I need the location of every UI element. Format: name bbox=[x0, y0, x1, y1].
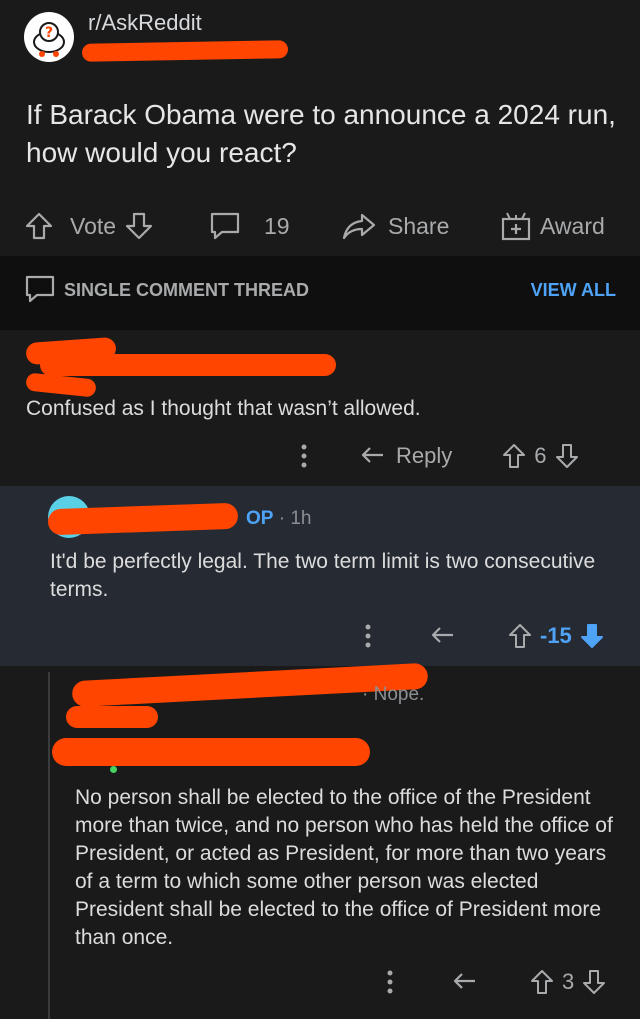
svg-text:?: ? bbox=[45, 25, 53, 41]
redaction-mark bbox=[40, 354, 336, 376]
award-label: Award bbox=[540, 212, 605, 239]
share-button[interactable]: Share bbox=[342, 206, 449, 246]
comment-meta: OP · 1h bbox=[246, 508, 311, 530]
upvote-icon[interactable] bbox=[24, 211, 54, 241]
score: 3 bbox=[562, 969, 575, 994]
share-icon bbox=[342, 211, 376, 241]
score: 6 bbox=[534, 443, 547, 468]
downvote-icon[interactable] bbox=[582, 969, 606, 995]
comment-count: 19 bbox=[264, 212, 290, 239]
reply-icon[interactable] bbox=[430, 625, 456, 647]
op-badge: OP bbox=[246, 508, 274, 529]
comment-icon bbox=[208, 210, 242, 242]
subreddit-name[interactable]: r/AskReddit bbox=[88, 10, 202, 36]
comment-footer: -15 bbox=[364, 618, 604, 654]
award-icon bbox=[500, 210, 532, 242]
score: -15 bbox=[540, 623, 572, 648]
comment-meta: · Nope. bbox=[362, 684, 425, 705]
upvote-icon[interactable] bbox=[502, 443, 526, 469]
downvote-icon[interactable] bbox=[555, 443, 579, 469]
timestamp: · 1h bbox=[278, 508, 312, 529]
comment-thread-icon bbox=[24, 274, 56, 304]
reply-button[interactable]: Reply bbox=[396, 443, 452, 469]
award-button[interactable]: Award bbox=[500, 206, 605, 246]
comment-footer: 3 bbox=[386, 964, 606, 1000]
view-all-link[interactable]: VIEW ALL bbox=[531, 280, 616, 301]
downvote-icon[interactable] bbox=[124, 211, 154, 241]
subreddit-avatar[interactable]: ? bbox=[24, 12, 74, 62]
upvote-icon[interactable] bbox=[508, 623, 532, 649]
upvote-icon[interactable] bbox=[530, 969, 554, 995]
more-options-icon[interactable] bbox=[300, 443, 308, 469]
vote-control[interactable]: Vote bbox=[24, 206, 154, 246]
comment-text: It'd be perfectly legal. The two term li… bbox=[50, 550, 596, 601]
downvote-icon-active[interactable] bbox=[580, 623, 604, 649]
redaction-mark bbox=[81, 40, 289, 62]
vote-label: Vote bbox=[70, 212, 117, 239]
comment-text: Confused as I thought that wasn’t allowe… bbox=[26, 397, 421, 420]
thread-label: SINGLE COMMENT THREAD bbox=[64, 280, 309, 300]
thread-line bbox=[48, 672, 50, 1019]
share-label: Share bbox=[388, 212, 450, 239]
comments-button[interactable]: 19 bbox=[208, 206, 290, 246]
post-title[interactable]: If Barack Obama were to announce a 2024 … bbox=[26, 96, 626, 172]
reply-icon[interactable] bbox=[452, 971, 478, 993]
more-options-icon[interactable] bbox=[386, 969, 394, 995]
redaction-mark bbox=[52, 738, 370, 766]
online-indicator bbox=[110, 766, 117, 773]
redaction-mark bbox=[66, 706, 158, 728]
more-options-icon[interactable] bbox=[364, 623, 372, 649]
comment-text: No person shall be elected to the office… bbox=[75, 786, 613, 949]
reply-icon[interactable] bbox=[360, 445, 386, 467]
comment-footer: Reply 6 bbox=[300, 438, 579, 474]
